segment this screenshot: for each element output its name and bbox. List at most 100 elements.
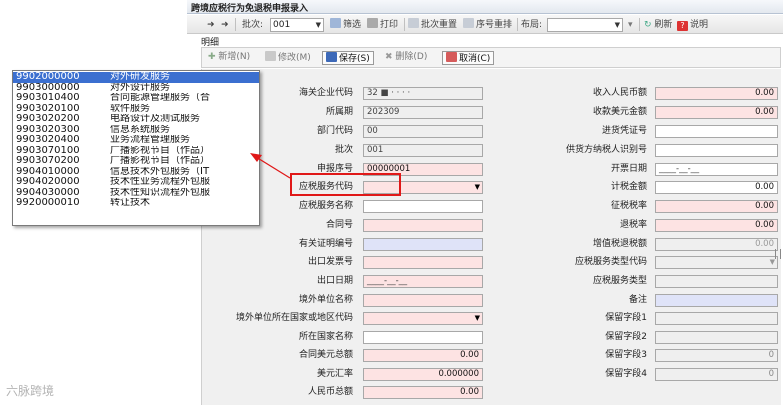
option-code: 9903020100 bbox=[16, 103, 80, 114]
country-name-label: 所在国家名称 bbox=[298, 332, 353, 342]
option-code: 9920000010 bbox=[16, 198, 80, 208]
cert-no-field[interactable] bbox=[363, 238, 483, 251]
reserved2-field[interactable] bbox=[655, 331, 778, 344]
plus-icon: ✚ bbox=[208, 52, 219, 62]
contract-no-field[interactable] bbox=[363, 219, 483, 232]
contract-usd-label: 合同美元总额 bbox=[298, 350, 353, 360]
delete-icon: ✖ bbox=[385, 52, 396, 62]
batch-reset-label: 批次重置 bbox=[421, 20, 458, 30]
filter-button[interactable]: 筛选 bbox=[330, 18, 361, 32]
cancel-button[interactable]: 取消(C) bbox=[442, 51, 495, 65]
delete-button[interactable]: ✖ 删除(D) bbox=[382, 51, 430, 65]
reserved4-field[interactable]: 0 bbox=[655, 368, 778, 381]
declaration-window: 跨境应税行为免退税申报录入 ➜ ➜ 批次: 001 ▼ 筛选 打印 批次重置 序号… bbox=[187, 0, 783, 405]
invoice-no-label: 出口发票号 bbox=[307, 257, 353, 267]
dropdown-option[interactable]: 9903000000 对外设计服务 bbox=[13, 83, 259, 94]
option-code: 9904030000 bbox=[16, 187, 80, 198]
dropdown-option[interactable]: 9904010000 信息技术外包服务（IT bbox=[13, 167, 259, 178]
dropdown-arrow-icon[interactable]: ▾ bbox=[628, 18, 633, 32]
usd-rate-field[interactable]: 0.000000 bbox=[363, 368, 483, 381]
option-code: 9903020400 bbox=[16, 135, 80, 145]
tax-amount-label: 计税金额 bbox=[610, 182, 647, 192]
dropdown-option[interactable]: 9902000000 对外研发服务 bbox=[13, 72, 259, 83]
print-button[interactable]: 打印 bbox=[367, 18, 398, 32]
country-name-field[interactable] bbox=[363, 331, 483, 344]
dept-code-field[interactable]: 00 bbox=[363, 125, 483, 138]
batch-select[interactable]: 001 ▼ bbox=[270, 18, 324, 32]
watermark: 六脉跨境 bbox=[6, 384, 55, 398]
option-name: 广播影视节目（作品） bbox=[110, 156, 210, 166]
tax-amount-field[interactable]: 0.00 bbox=[655, 181, 778, 194]
vat-refund-label: 增值税退税额 bbox=[592, 239, 647, 249]
service-type-label: 应税服务类型 bbox=[592, 276, 647, 286]
batch-label: 批次: bbox=[242, 20, 264, 30]
save-button[interactable]: 保存(S) bbox=[322, 51, 374, 65]
dropdown-option[interactable]: 9903010400 合同能源管理服务（合 bbox=[13, 93, 259, 104]
dropdown-option[interactable]: 9903070200 广播影视节目（作品） bbox=[13, 156, 259, 167]
country-code-select[interactable]: ▼ bbox=[363, 312, 483, 325]
vat-refund-field[interactable]: 0.00 bbox=[655, 238, 778, 251]
help-button[interactable]: ? 说明 bbox=[677, 18, 708, 32]
next-arrow-icon[interactable]: ➜ bbox=[221, 18, 229, 32]
dropdown-option[interactable]: 9903020200 电路设计及测试服务 bbox=[13, 114, 259, 125]
chevron-down-icon: ▼ bbox=[474, 314, 480, 322]
received-usd-label: 收款美元金额 bbox=[592, 107, 647, 117]
income-rmb-field[interactable]: 0.00 bbox=[655, 87, 778, 100]
batch-field[interactable]: 001 bbox=[363, 144, 483, 157]
rmb-total-field[interactable]: 0.00 bbox=[363, 386, 483, 399]
refund-rate-label: 退税率 bbox=[619, 220, 647, 230]
reserved1-field[interactable] bbox=[655, 312, 778, 325]
invoice-no-field[interactable] bbox=[363, 256, 483, 269]
contract-usd-field[interactable]: 0.00 bbox=[363, 349, 483, 362]
option-name: 广播影视节目（作品） bbox=[110, 145, 210, 156]
chevron-down-icon: ▼ bbox=[315, 21, 321, 29]
layout-label: 布局: bbox=[521, 20, 543, 30]
invoice-date-field[interactable]: ____-__-__ bbox=[655, 163, 778, 176]
add-button[interactable]: ✚ 新增(N) bbox=[205, 51, 253, 65]
edit-button[interactable]: 修改(M) bbox=[262, 51, 314, 65]
service-type-code-select[interactable]: ▼ bbox=[655, 256, 778, 269]
reserved3-field[interactable]: 0 bbox=[655, 349, 778, 362]
add-label: 新增(N) bbox=[218, 52, 251, 62]
seq-reset-button[interactable]: 序号重排 bbox=[463, 18, 512, 32]
option-code: 9903010400 bbox=[16, 93, 80, 103]
refresh-label: 刷新 bbox=[654, 20, 673, 30]
chevron-down-icon: ▼ bbox=[614, 21, 620, 29]
main-toolbar: ➜ ➜ 批次: 001 ▼ 筛选 打印 批次重置 序号重排 布局: ▼ ▾ ↻ 刷… bbox=[187, 15, 783, 34]
reserved4-label: 保留字段4 bbox=[605, 369, 647, 379]
option-name: 信息技术外包服务（IT bbox=[110, 166, 210, 177]
purchase-voucher-field[interactable] bbox=[655, 125, 778, 138]
service-type-field[interactable] bbox=[655, 275, 778, 288]
service-name-field[interactable] bbox=[363, 200, 483, 213]
dropdown-option[interactable]: 9903020300 信息系统服务 bbox=[13, 125, 259, 136]
title-bar: 跨境应税行为免退税申报录入 bbox=[187, 0, 783, 14]
option-name: 合同能源管理服务（合 bbox=[110, 93, 210, 103]
dropdown-option[interactable]: 9920000010 转让技术 bbox=[13, 198, 259, 209]
filter-icon bbox=[330, 18, 341, 28]
detail-toolbar: ✚ 新增(N) 修改(M) 保存(S) ✖ 删除(D) 取消(C) bbox=[201, 47, 781, 68]
received-usd-field[interactable]: 0.00 bbox=[655, 106, 778, 119]
foreign-entity-field[interactable] bbox=[363, 294, 483, 307]
remark-field[interactable] bbox=[655, 294, 778, 307]
period-field[interactable]: 202309 bbox=[363, 106, 483, 119]
dropdown-option[interactable]: 9904030000 技术性知识流程外包服 bbox=[13, 188, 259, 199]
usd-rate-label: 美元汇率 bbox=[316, 369, 353, 379]
customs-code-field[interactable]: 32 ■ · · · · bbox=[363, 87, 483, 100]
dropdown-option[interactable]: 9903020400 业务流程管理服务 bbox=[13, 135, 259, 146]
dropdown-option[interactable]: 9903070100 广播影视节目（作品） bbox=[13, 146, 259, 157]
purchase-voucher-label: 进货凭证号 bbox=[601, 126, 647, 136]
supplier-tin-field[interactable] bbox=[655, 144, 778, 157]
resize-grip[interactable] bbox=[775, 249, 781, 259]
dropdown-option[interactable]: 9904020000 技术性业务流程外包服 bbox=[13, 177, 259, 188]
export-date-field[interactable]: ____-__-__ bbox=[363, 275, 483, 288]
prev-arrow-icon[interactable]: ➜ bbox=[207, 18, 215, 32]
levy-rate-field[interactable]: 0.00 bbox=[655, 200, 778, 213]
detail-form: 海关企业代码 32 ■ · · · · 所属期 202309 部门代码 00 批… bbox=[201, 69, 781, 405]
refresh-button[interactable]: ↻ 刷新 bbox=[644, 18, 672, 32]
batch-reset-button[interactable]: 批次重置 bbox=[408, 18, 457, 32]
layout-select[interactable]: ▼ bbox=[547, 18, 623, 32]
grid-icon bbox=[463, 18, 474, 28]
dropdown-option[interactable]: 9903020100 软件服务 bbox=[13, 104, 259, 115]
refund-rate-field[interactable]: 0.00 bbox=[655, 219, 778, 232]
supplier-tin-label: 供货方纳税人识别号 bbox=[565, 145, 647, 155]
